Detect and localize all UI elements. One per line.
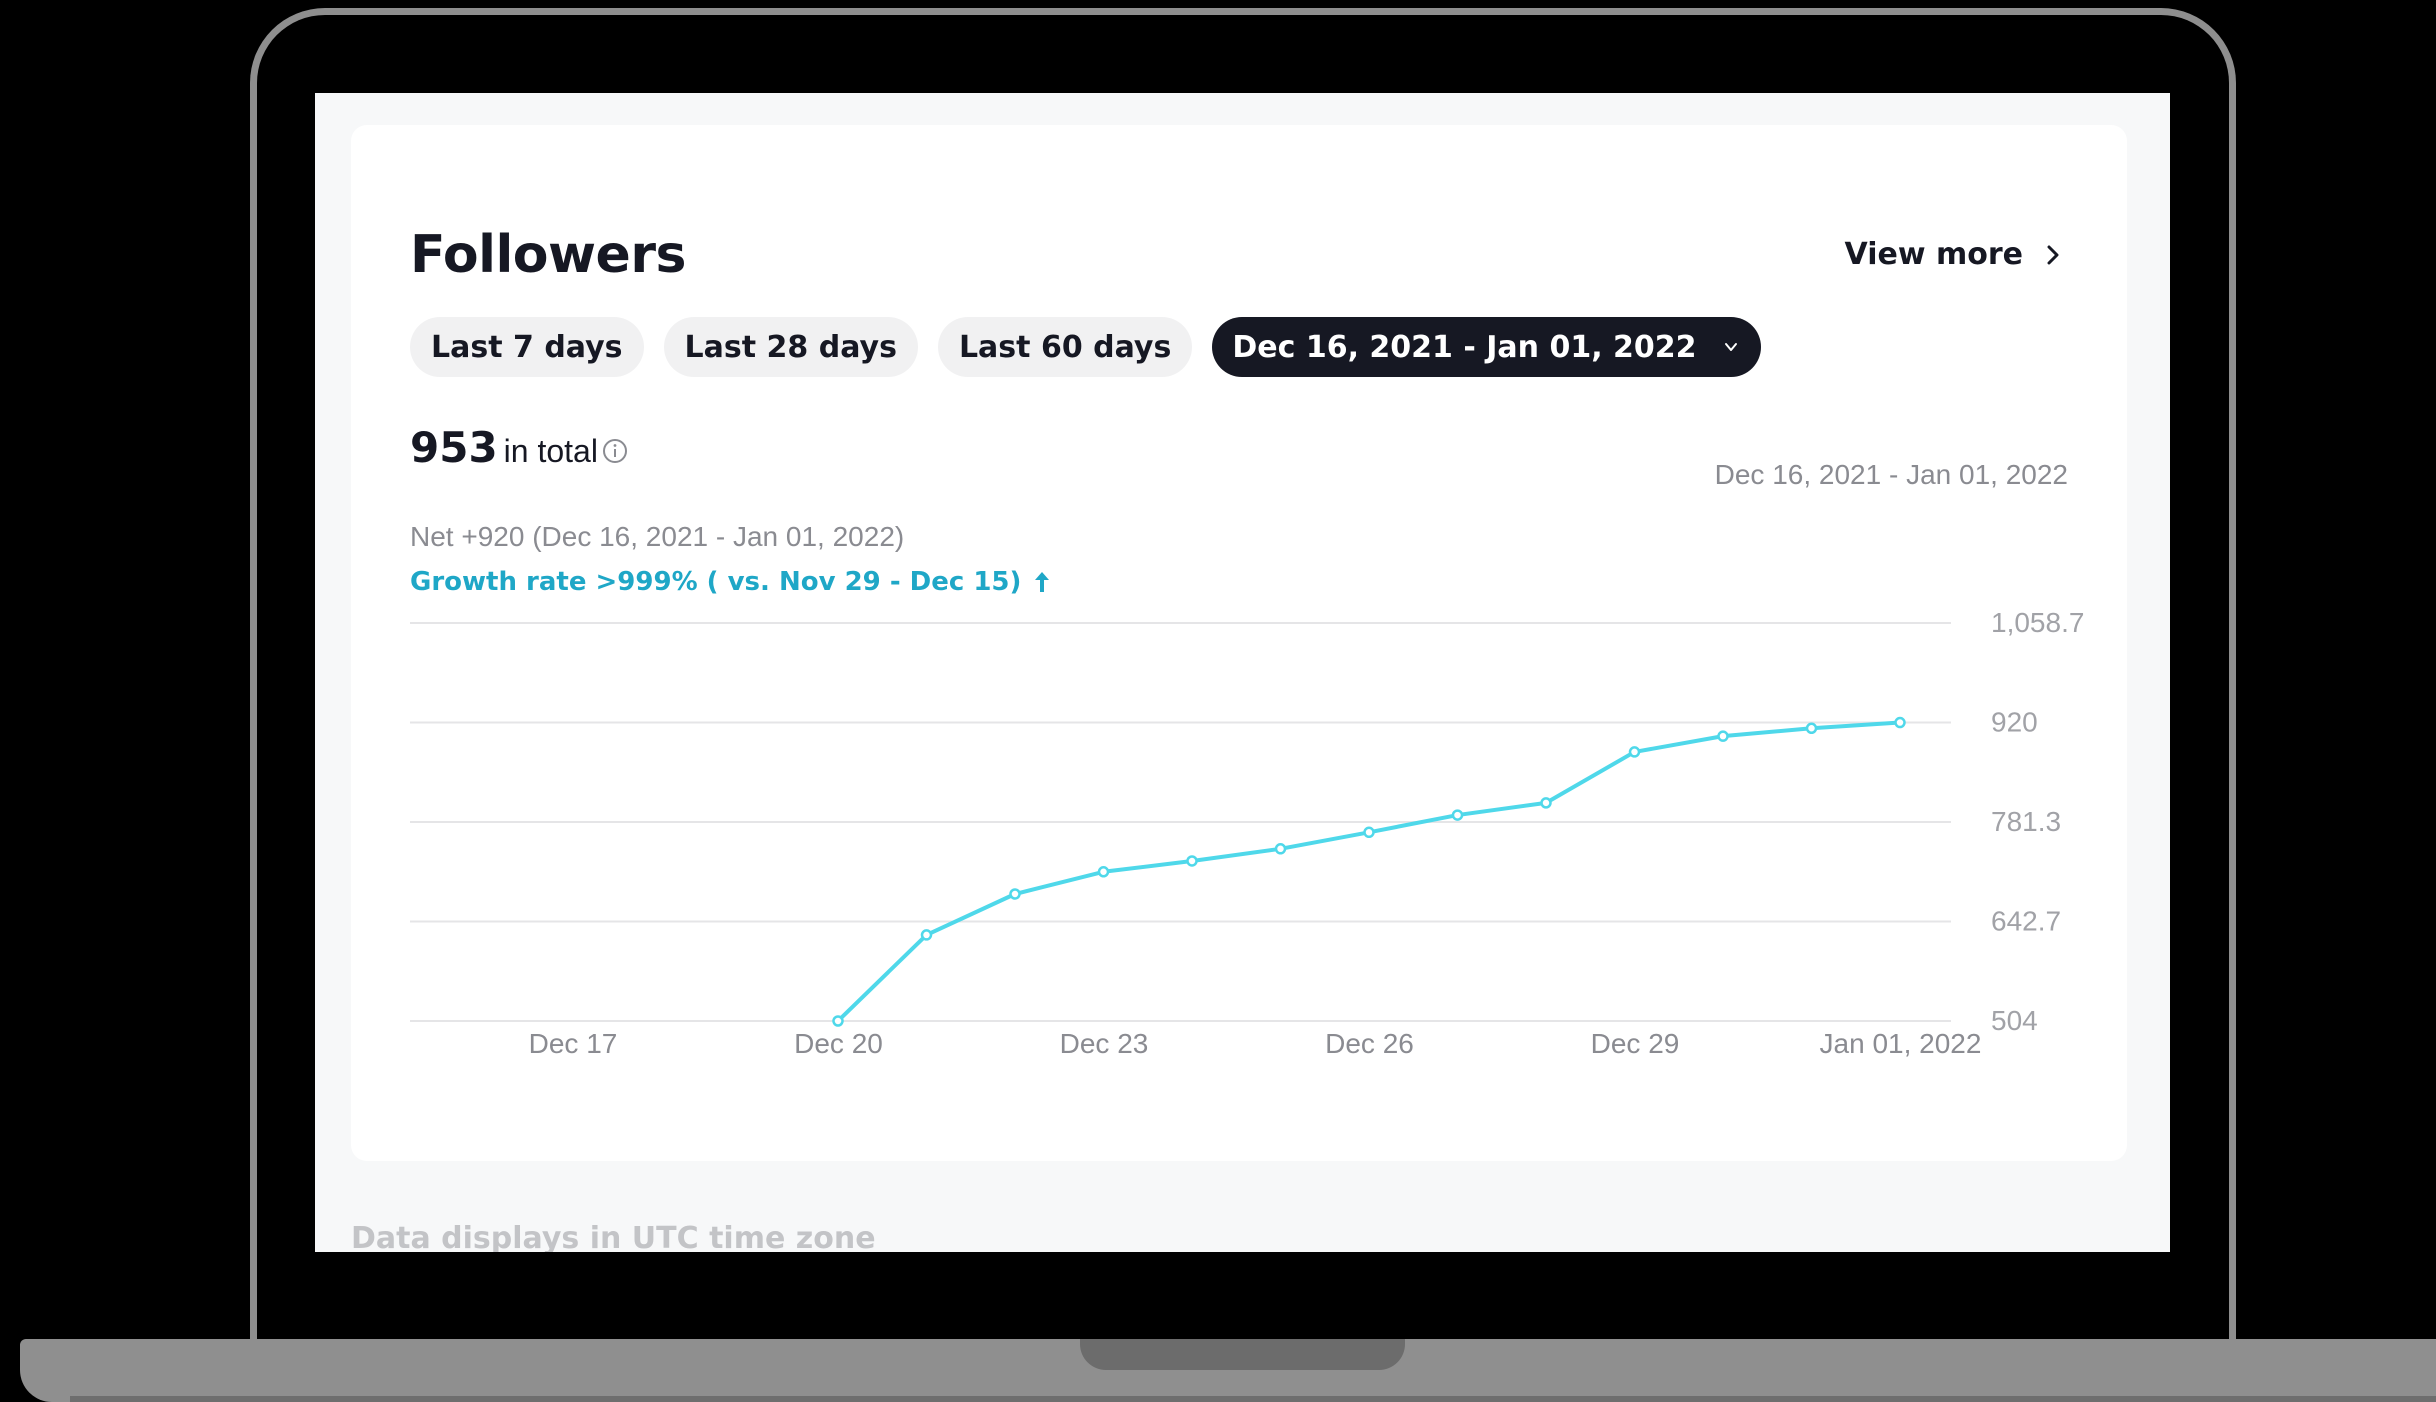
y-tick-label: 920 bbox=[1991, 707, 2038, 738]
followers-card: Followers View more Last 7 days Last 28 … bbox=[351, 125, 2127, 1161]
y-tick-label: 642.7 bbox=[1991, 906, 2061, 937]
data-point[interactable] bbox=[1363, 826, 1375, 839]
x-tick-label: Dec 20 bbox=[794, 1028, 883, 1059]
data-point[interactable] bbox=[1805, 722, 1818, 735]
data-point[interactable] bbox=[1717, 730, 1729, 742]
timezone-note: Data displays in UTC time zone bbox=[351, 1221, 876, 1252]
data-point[interactable] bbox=[1097, 866, 1110, 878]
laptop-notch bbox=[1080, 1339, 1405, 1370]
screen: Followers View more Last 7 days Last 28 … bbox=[315, 93, 2170, 1252]
x-tick-label: Dec 26 bbox=[1325, 1028, 1414, 1059]
x-tick-label: Dec 29 bbox=[1591, 1028, 1680, 1059]
x-tick-label: Dec 17 bbox=[529, 1028, 618, 1059]
data-point[interactable] bbox=[1186, 855, 1198, 867]
data-point[interactable] bbox=[920, 929, 933, 941]
data-point[interactable] bbox=[832, 1015, 844, 1027]
y-tick-label: 1,058.7 bbox=[1991, 607, 2084, 638]
data-point[interactable] bbox=[1274, 843, 1287, 855]
followers-line-chart: 504 642.7 781.3 920 1,058.7 Dec 17 Dec 20 Dec 2… bbox=[410, 607, 2084, 1059]
laptop-base-edge bbox=[70, 1396, 2436, 1402]
data-point[interactable] bbox=[1894, 716, 1906, 729]
x-tick-label: Dec 23 bbox=[1060, 1028, 1149, 1059]
data-point[interactable] bbox=[1451, 809, 1464, 821]
data-point[interactable] bbox=[1009, 888, 1021, 900]
data-point[interactable] bbox=[1540, 797, 1552, 809]
data-point[interactable] bbox=[1628, 746, 1641, 758]
y-tick-label: 504 bbox=[1991, 1005, 2038, 1036]
y-tick-label: 781.3 bbox=[1991, 806, 2061, 837]
x-tick-label: Jan 01, 2022 bbox=[1820, 1028, 1982, 1059]
series-line bbox=[836, 720, 1901, 1023]
